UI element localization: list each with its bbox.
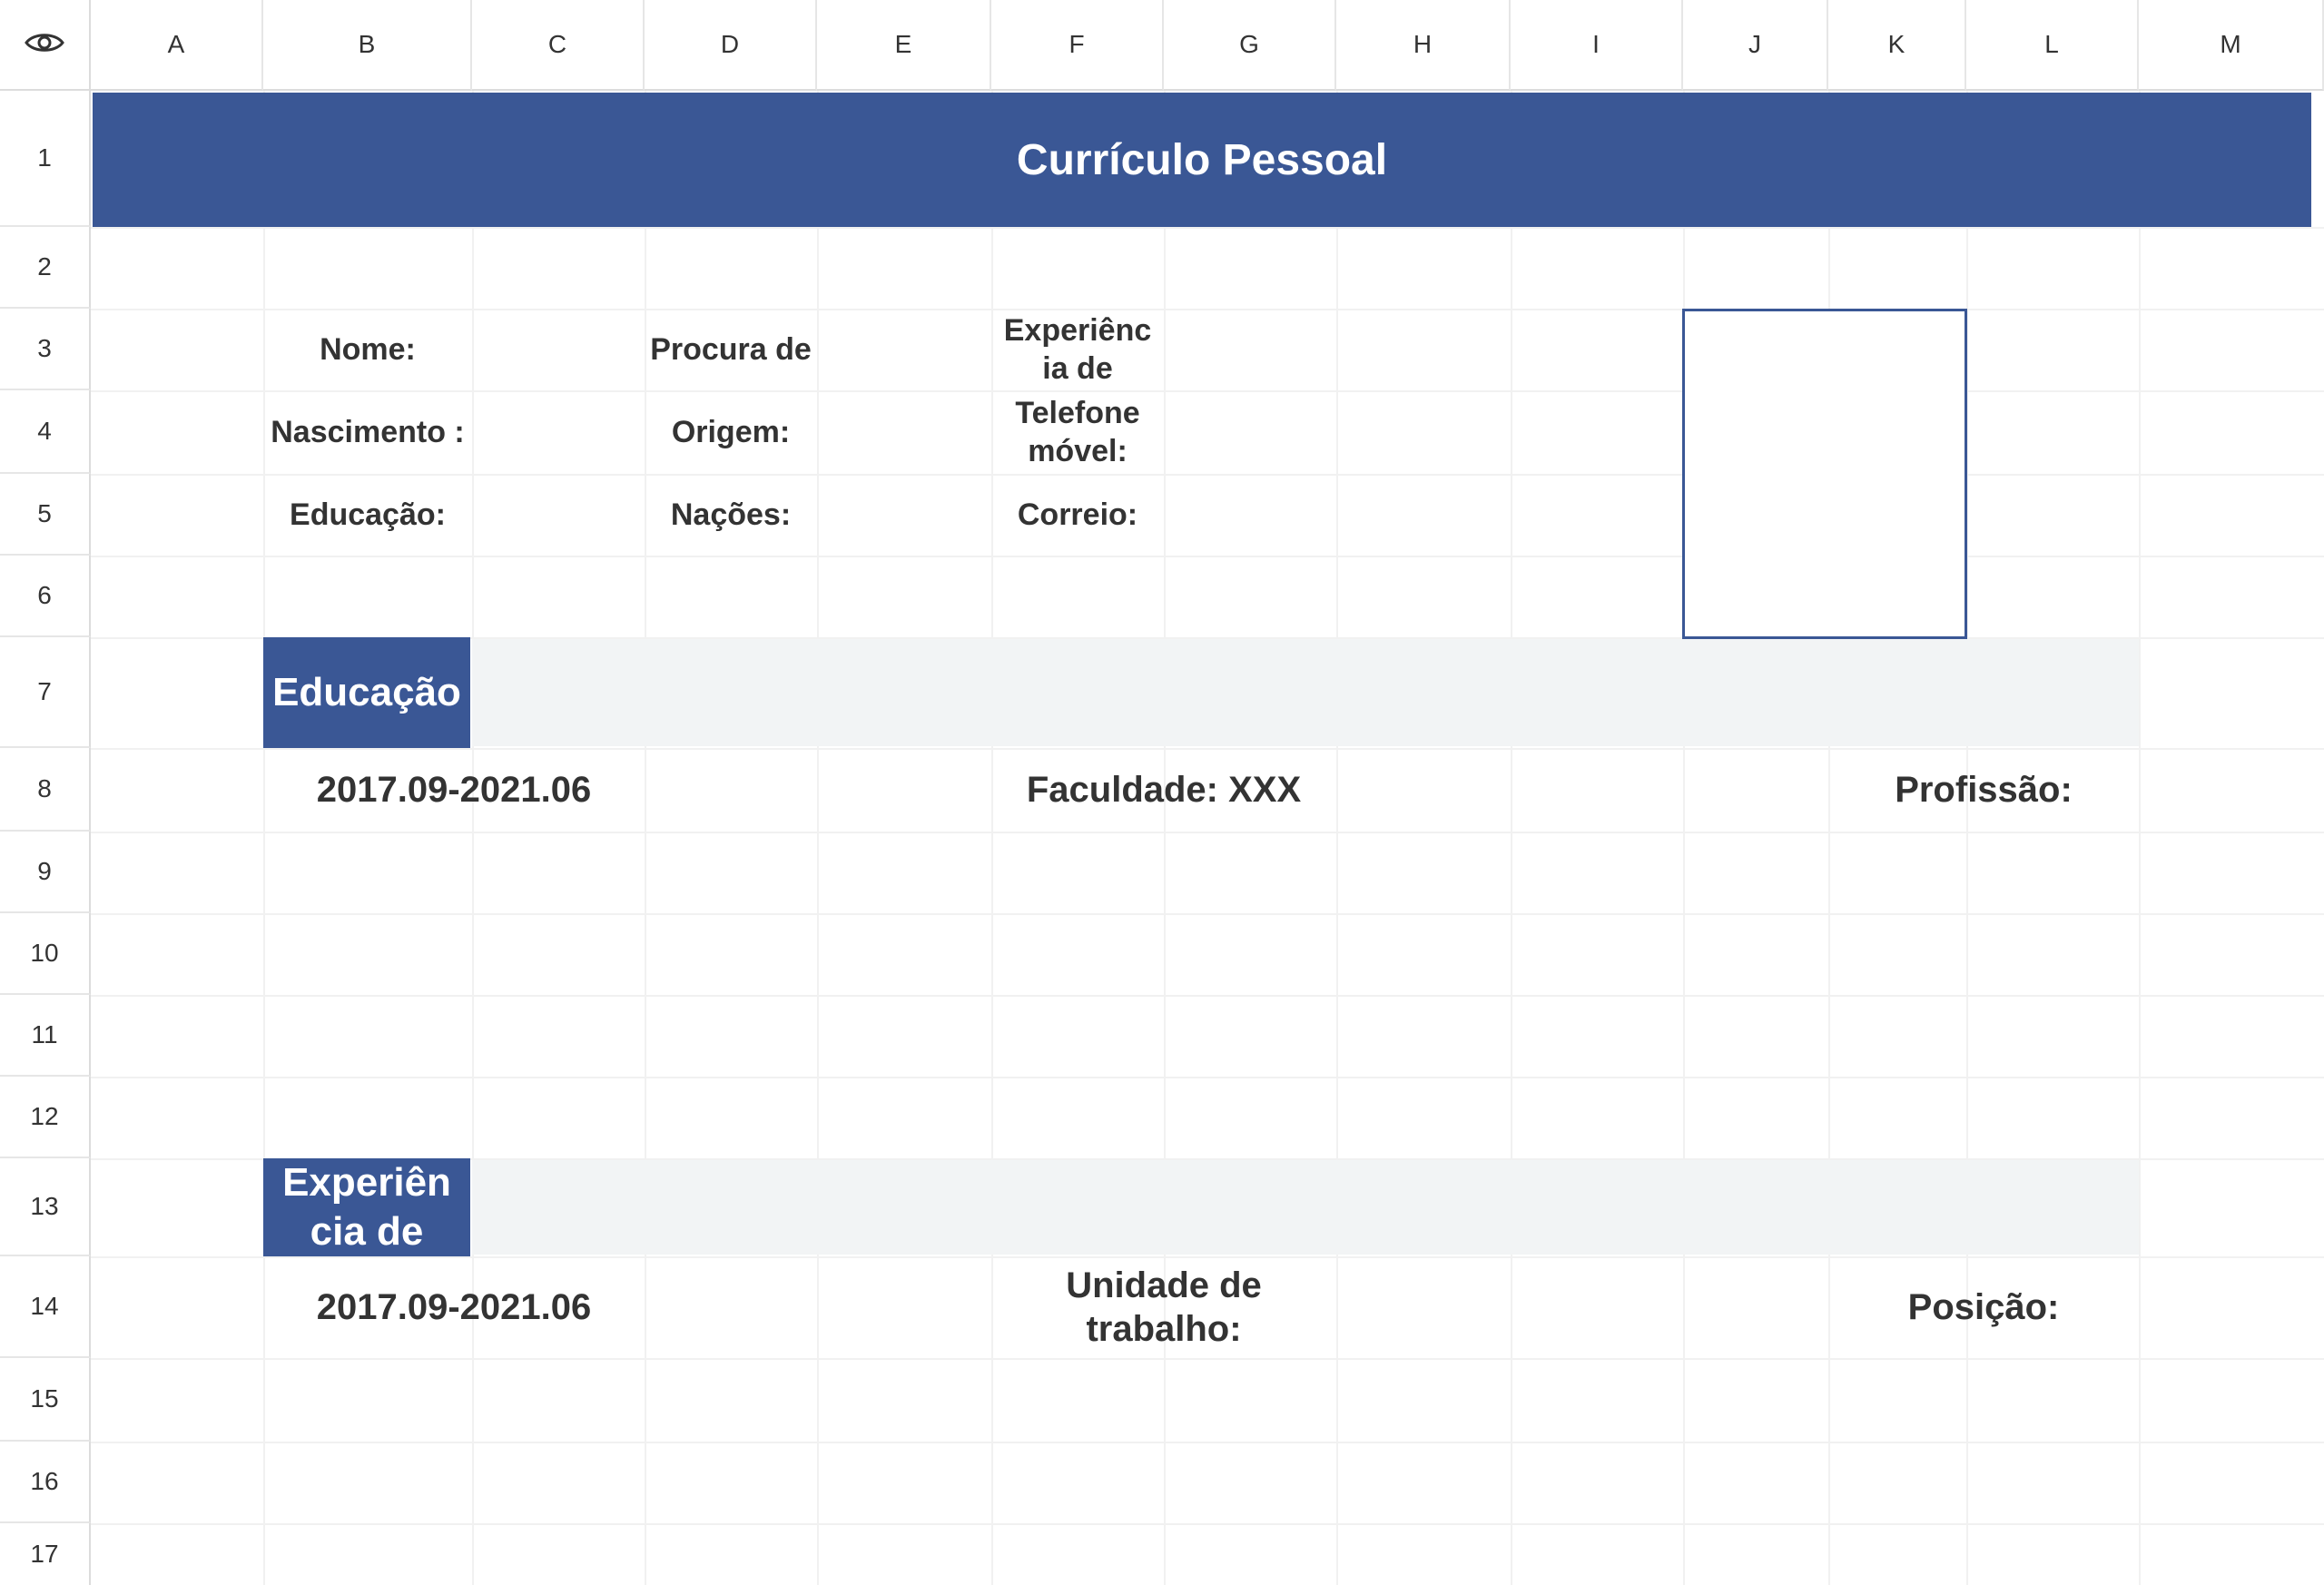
- label-correio[interactable]: Correio:: [991, 474, 1164, 556]
- gridline: [1511, 91, 1512, 1585]
- photo-frame[interactable]: [1682, 309, 1967, 639]
- label-nacoes[interactable]: Nações:: [645, 474, 817, 556]
- column-header-d[interactable]: D: [645, 0, 817, 91]
- row-header-5[interactable]: 5: [0, 474, 91, 556]
- gridline: [91, 1358, 2324, 1360]
- education-faculdade[interactable]: Faculdade: XXX: [991, 748, 1336, 832]
- gridline: [91, 913, 2324, 915]
- view-toggle-corner[interactable]: [0, 0, 91, 91]
- row-header-10[interactable]: 10: [0, 913, 91, 995]
- column-header-e[interactable]: E: [817, 0, 991, 91]
- row-header-16[interactable]: 16: [0, 1442, 91, 1523]
- resume-title[interactable]: Currículo Pessoal: [93, 93, 2311, 227]
- label-educacao[interactable]: Educação:: [263, 474, 472, 556]
- row-header-2[interactable]: 2: [0, 227, 91, 309]
- row-header-15[interactable]: 15: [0, 1358, 91, 1442]
- gridline: [91, 1077, 2324, 1078]
- column-header-g[interactable]: G: [1164, 0, 1336, 91]
- column-header-c[interactable]: C: [472, 0, 645, 91]
- label-origem[interactable]: Origem:: [645, 390, 817, 474]
- education-profissao[interactable]: Profissão:: [1828, 748, 2139, 832]
- gridline: [472, 91, 474, 1585]
- experience-section-title[interactable]: Experiên cia de: [263, 1158, 470, 1256]
- education-section-title[interactable]: Educação: [263, 637, 470, 748]
- gridline: [91, 995, 2324, 997]
- experience-unidade[interactable]: Unidade de trabalho:: [991, 1256, 1336, 1358]
- row-header-9[interactable]: 9: [0, 832, 91, 913]
- column-header-m[interactable]: M: [2139, 0, 2324, 91]
- label-telefone[interactable]: Telefone móvel:: [991, 390, 1164, 474]
- label-nascimento[interactable]: Nascimento :: [263, 390, 472, 474]
- gridline: [2139, 91, 2141, 1585]
- row-header-7[interactable]: 7: [0, 637, 91, 748]
- row-header-4[interactable]: 4: [0, 390, 91, 474]
- gridline: [1336, 91, 1338, 1585]
- column-header-l[interactable]: L: [1966, 0, 2139, 91]
- row-header-17[interactable]: 17: [0, 1523, 91, 1585]
- row-header-1[interactable]: 1: [0, 91, 91, 227]
- spreadsheet[interactable]: A B C D E F G H I J K L M 1 2 3 4 5 6 7 …: [0, 0, 2324, 1585]
- gridline: [91, 556, 2324, 557]
- column-header-j[interactable]: J: [1683, 0, 1828, 91]
- experience-period[interactable]: 2017.09-2021.06: [263, 1256, 645, 1358]
- row-header-14[interactable]: 14: [0, 1256, 91, 1358]
- column-header-h[interactable]: H: [1336, 0, 1511, 91]
- gridline: [91, 832, 2324, 833]
- gridline: [817, 91, 819, 1585]
- row-header-11[interactable]: 11: [0, 995, 91, 1077]
- eye-icon[interactable]: [25, 29, 64, 61]
- row-header-13[interactable]: 13: [0, 1158, 91, 1256]
- column-header-i[interactable]: I: [1511, 0, 1683, 91]
- row-header-12[interactable]: 12: [0, 1077, 91, 1158]
- experience-section-band: [472, 1160, 2139, 1255]
- gridline: [1164, 91, 1166, 1585]
- column-header-b[interactable]: B: [263, 0, 472, 91]
- label-nome[interactable]: Nome:: [263, 309, 472, 390]
- column-header-k[interactable]: K: [1828, 0, 1966, 91]
- label-experiencia[interactable]: Experiênc ia de: [991, 309, 1164, 390]
- gridline: [91, 1442, 2324, 1443]
- row-header-6[interactable]: 6: [0, 556, 91, 637]
- row-header-8[interactable]: 8: [0, 748, 91, 832]
- label-procura[interactable]: Procura de: [645, 309, 817, 390]
- column-header-f[interactable]: F: [991, 0, 1164, 91]
- education-period[interactable]: 2017.09-2021.06: [263, 748, 645, 832]
- education-section-band: [472, 639, 2139, 746]
- gridline: [91, 1523, 2324, 1525]
- column-header-a[interactable]: A: [91, 0, 263, 91]
- gridline: [91, 227, 2324, 229]
- experience-posicao[interactable]: Posição:: [1828, 1256, 2139, 1358]
- row-header-3[interactable]: 3: [0, 309, 91, 390]
